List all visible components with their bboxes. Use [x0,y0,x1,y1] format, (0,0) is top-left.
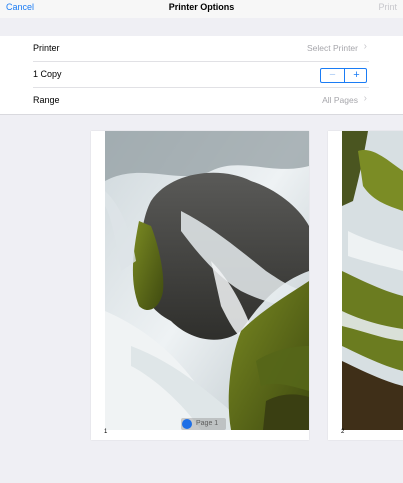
copies-stepper: − + [320,68,367,83]
header-spacer [0,18,403,36]
increment-button[interactable]: + [344,69,368,82]
preview-page-1[interactable] [91,131,309,440]
chevron-right-icon: › [363,93,367,104]
printer-label: Printer [33,43,60,53]
page-number-2: 2 [341,429,345,435]
page-title: Printer Options [168,2,235,12]
range-row[interactable]: Range All Pages › [0,88,403,114]
printer-row[interactable]: Printer Select Printer › [0,36,403,62]
waterfall-photo [342,131,403,430]
preview-page-2[interactable] [328,131,403,440]
navigation-bar: Cancel Printer Options Print [0,0,403,18]
range-value: All Pages [322,95,358,105]
page-number-1: 1 [104,429,108,435]
page-indicator: Page 1 [181,418,226,430]
copies-label: 1 Copy [33,69,62,79]
chevron-right-icon: › [363,41,367,52]
page-indicator-label: Page 1 [196,420,219,427]
printer-options-list: Printer Select Printer › 1 Copy − + Rang… [0,36,403,114]
decrement-button[interactable]: − [321,69,344,82]
print-button[interactable]: Print [378,2,397,12]
copies-row: 1 Copy − + [0,62,403,88]
range-label: Range [33,95,60,105]
page-dot-icon [182,419,192,429]
printer-value: Select Printer [306,43,358,53]
waterfall-photo [105,131,309,430]
